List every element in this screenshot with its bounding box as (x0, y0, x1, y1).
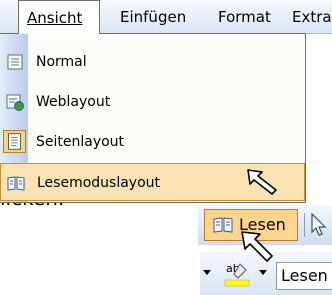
normal-view-icon (7, 54, 23, 70)
menu-item-normal-label: Normal (36, 54, 87, 70)
menu-ansicht-label: Ansicht (27, 9, 83, 27)
toolbar-separator (304, 213, 305, 237)
menu-extra[interactable]: Extra (292, 0, 332, 34)
mouse-pointer-icon (241, 231, 273, 262)
menu-extra-label: Extra (292, 8, 332, 26)
page-layout-icon (3, 130, 26, 153)
menu-item-lesemoduslayout-label: Lesemoduslayout (37, 175, 161, 191)
style-field[interactable]: Lesen (276, 262, 332, 290)
dropdown-arrow-icon[interactable] (258, 268, 268, 276)
reading-layout-icon (7, 176, 25, 191)
menu-format-label: Format (218, 8, 271, 26)
menu-item-weblayout[interactable]: Weblayout (0, 83, 305, 121)
menu-ansicht[interactable]: Ansicht (18, 0, 100, 34)
menu-item-seitenlayout-label: Seitenlayout (36, 134, 125, 150)
dropdown-arrow-icon[interactable] (202, 268, 212, 276)
web-layout-icon (6, 94, 24, 111)
menu-item-weblayout-label: Weblayout (36, 94, 111, 110)
menu-item-normal[interactable]: Normal (0, 43, 305, 81)
reading-book-icon (213, 217, 233, 233)
menu-item-seitenlayout[interactable]: Seitenlayout (0, 123, 305, 161)
menu-einfuegen[interactable]: Einfügen (120, 0, 186, 34)
menu-bar: Ansicht Einfügen Format Extra (0, 0, 332, 34)
select-objects-icon[interactable] (308, 211, 330, 239)
mouse-pointer-icon (247, 169, 277, 195)
menu-einfuegen-label: Einfügen (120, 8, 187, 26)
menu-format[interactable]: Format (218, 0, 271, 34)
